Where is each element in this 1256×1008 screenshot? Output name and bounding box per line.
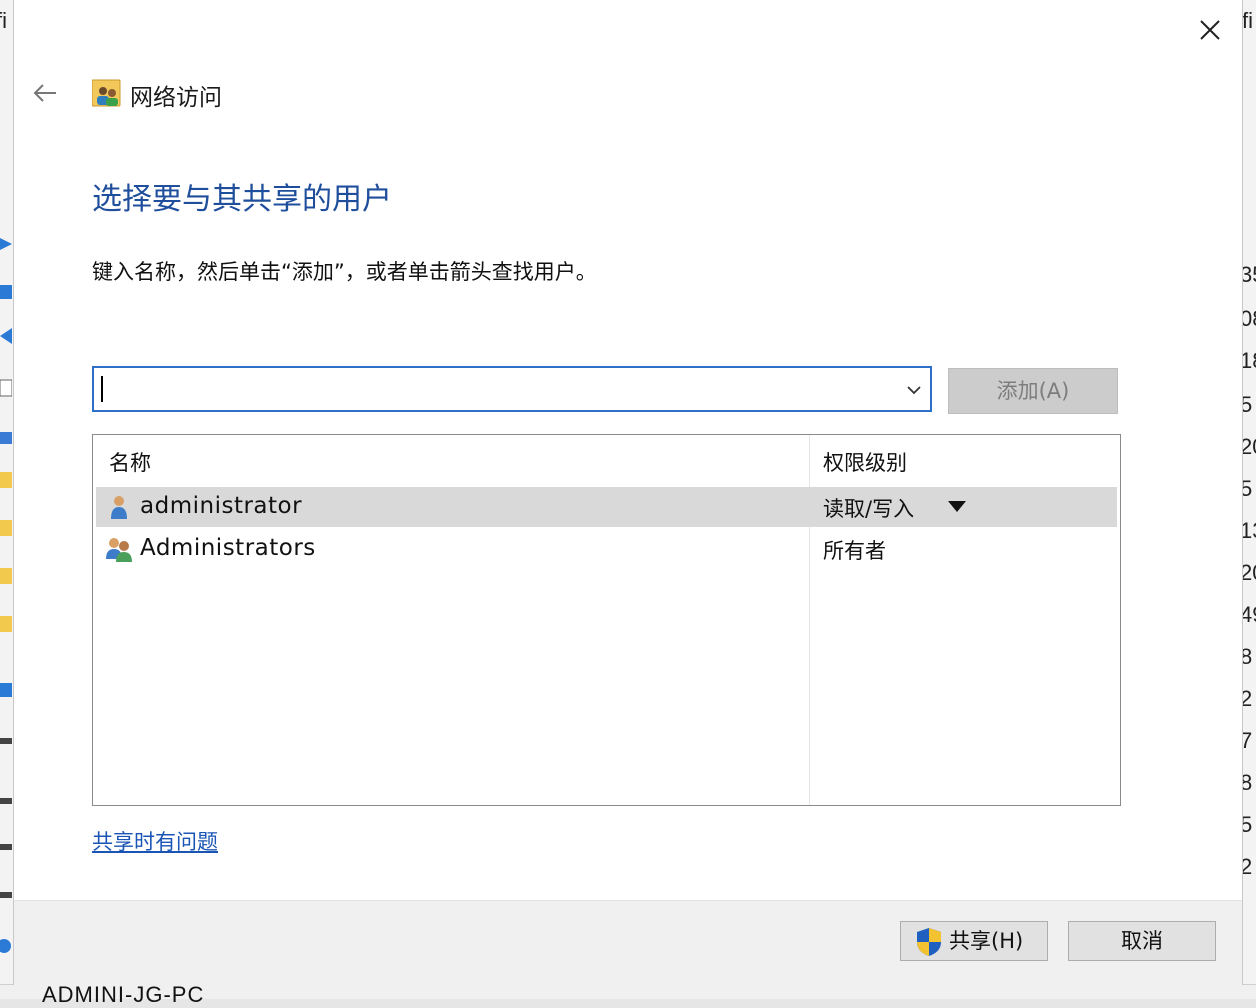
folder-icon xyxy=(0,472,12,488)
background-value: 18 xyxy=(1240,348,1256,373)
share-button[interactable]: 共享(H) xyxy=(900,921,1048,961)
text-caret xyxy=(101,376,103,402)
background-value: 49 xyxy=(1240,602,1256,627)
column-header-name[interactable]: 名称 xyxy=(109,447,151,477)
column-header-permission[interactable]: 权限级别 xyxy=(823,447,907,477)
background-window-left: fi xyxy=(0,0,14,998)
user-icon xyxy=(111,496,127,519)
back-arrow-icon[interactable] xyxy=(30,78,60,108)
dropdown-triangle-icon[interactable] xyxy=(948,501,966,513)
background-text-fragment: fi xyxy=(0,8,7,33)
instruction-text: 键入名称，然后单击“添加”，或者单击箭头查找用户。 xyxy=(92,260,597,284)
folder-icon xyxy=(0,520,12,536)
folder-icon xyxy=(0,616,12,632)
cancel-button[interactable]: 取消 xyxy=(1068,921,1216,961)
background-value: 20 xyxy=(1240,560,1256,585)
dialog-footer: 共享(H) 取消 xyxy=(14,900,1242,985)
drive-icon xyxy=(0,738,12,744)
user-name-input[interactable] xyxy=(100,372,894,408)
user-name-combobox[interactable] xyxy=(92,366,932,412)
drive-icon xyxy=(0,844,12,850)
document-icon xyxy=(0,379,12,397)
background-computer-name: ADMINI-JG-PC xyxy=(42,982,205,1007)
table-row[interactable]: administrator 读取/写入 xyxy=(96,487,1117,527)
background-window-right: fi 35 08 18 5 20 5 13 20 49 8 2 7 8 5 2 xyxy=(1240,0,1256,998)
star-icon xyxy=(0,238,12,250)
page-heading: 选择要与其共享的用户 xyxy=(92,182,392,217)
background-value: 20 xyxy=(1240,434,1256,459)
drive-icon xyxy=(0,892,12,898)
dialog-title: 网络访问 xyxy=(130,85,222,111)
user-group-icon xyxy=(106,538,132,562)
background-value: 35 xyxy=(1240,262,1256,287)
network-icon xyxy=(0,939,11,953)
uac-shield-icon xyxy=(917,928,941,956)
picture-icon xyxy=(0,432,12,444)
permission-level: 所有者 xyxy=(823,539,886,563)
user-name: Administrators xyxy=(140,535,316,561)
network-access-dialog: 网络访问 选择要与其共享的用户 键入名称，然后单击“添加”，或者单击箭头查找用户… xyxy=(14,0,1242,985)
background-value: 13 xyxy=(1240,518,1256,543)
computer-icon xyxy=(0,683,12,697)
monitor-icon xyxy=(0,285,12,299)
folder-icon xyxy=(0,568,12,584)
table-row[interactable]: Administrators 所有者 xyxy=(96,529,1117,569)
user-permission-list: 名称 权限级别 administrator 读取/写入 Administrato… xyxy=(92,434,1121,806)
background-text-fragment: fi xyxy=(1242,8,1253,33)
network-share-folder-icon xyxy=(92,79,121,107)
share-button-label: 共享(H) xyxy=(949,929,1024,953)
download-icon xyxy=(0,328,12,344)
add-button[interactable]: 添加(A) xyxy=(948,368,1118,414)
drive-icon xyxy=(0,798,12,804)
permission-level[interactable]: 读取/写入 xyxy=(823,493,914,523)
user-name: administrator xyxy=(140,493,303,519)
close-icon[interactable] xyxy=(1192,12,1228,48)
background-value: 08 xyxy=(1240,306,1256,331)
sharing-help-link[interactable]: 共享时有问题 xyxy=(92,826,218,856)
chevron-down-icon[interactable] xyxy=(902,378,926,402)
